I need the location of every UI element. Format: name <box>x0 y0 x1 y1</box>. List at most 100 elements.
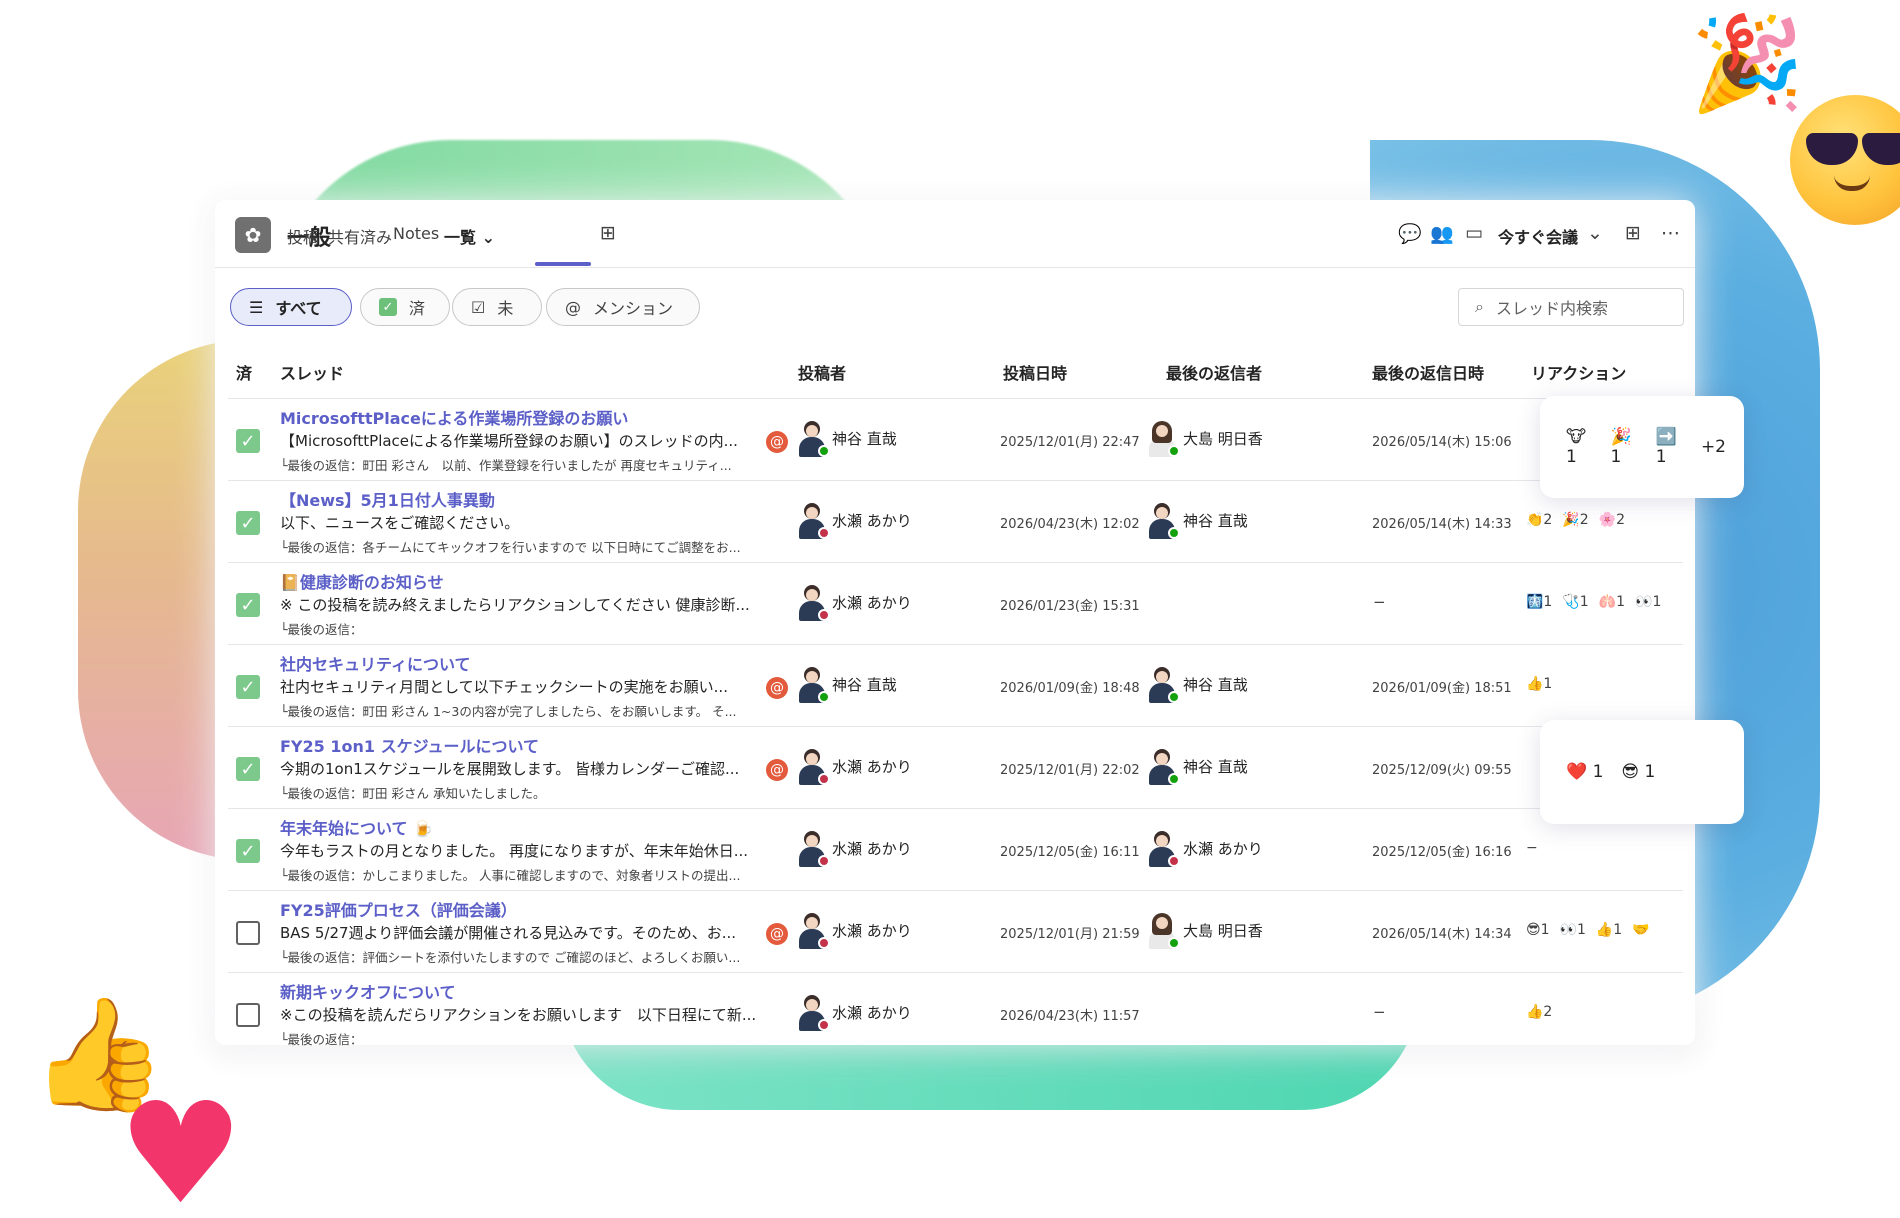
table-row[interactable]: ✓ MicrosofttPlaceによる作業場所登録のお願い 【Microsoftt… <box>228 398 1683 480</box>
thread-last-reply-text: └最後の返信： <box>280 622 363 637</box>
poster-name: 神谷 直哉 <box>832 430 897 448</box>
avatar[interactable] <box>798 831 830 867</box>
table-row[interactable]: 新期キックオフについて ※この投稿を読んだらリアクションをお願いします 以下日程に… <box>228 972 1683 1054</box>
table-row[interactable]: FY25評価プロセス（評価会議） BAS 5/27週より評価会議が開催される見込み… <box>228 890 1683 972</box>
done-checkbox-checked[interactable]: ✓ <box>236 675 260 699</box>
column-header-last-reply[interactable]: 最後の返信日時 <box>1372 360 1484 384</box>
chat-icon[interactable]: 💬 <box>1398 222 1422 245</box>
posted-datetime: 2025/12/05(金) 16:11 <box>1000 845 1140 860</box>
reaction-chip[interactable]: 🤝 <box>1632 922 1649 938</box>
avatar[interactable] <box>1148 503 1180 539</box>
video-icon[interactable]: ▭ <box>1465 222 1483 244</box>
reaction-chip[interactable]: ❤️ 1 <box>1566 762 1603 782</box>
apps-icon[interactable]: ⊞ <box>1625 222 1641 244</box>
filter-done-label: 済 <box>409 299 426 318</box>
list-icon: ☰ <box>249 297 264 317</box>
reaction-chip[interactable]: 🎉 1 <box>1610 427 1637 467</box>
avatar[interactable] <box>1148 421 1180 457</box>
avatar[interactable] <box>798 749 830 785</box>
reaction-chip[interactable]: 🌸2 <box>1599 512 1625 528</box>
poster-name: 水瀬 あかり <box>832 922 912 940</box>
reaction-chip[interactable]: 🐮 1 <box>1566 427 1592 467</box>
done-checkbox[interactable] <box>236 1003 260 1027</box>
avatar[interactable] <box>798 913 830 949</box>
channel-header: ✿ 一般 投稿 共有済み Notes 一覧 ⌄ ⊞ 💬 👥 ▭ 今すぐ会議 ⌄ … <box>215 200 1695 268</box>
chevron-down-icon[interactable]: ⌄ <box>1587 222 1603 244</box>
reaction-chip[interactable]: 😎1 <box>1526 922 1550 938</box>
tab-posts[interactable]: 投稿 <box>287 224 319 248</box>
reaction-chip[interactable]: 👏2 <box>1526 512 1552 528</box>
column-header-poster[interactable]: 投稿者 <box>798 360 846 384</box>
reaction-chip[interactable]: 👀1 <box>1635 594 1661 610</box>
column-header-thread[interactable]: スレッド <box>280 360 344 384</box>
column-header-reactions[interactable]: リアクション <box>1531 360 1626 384</box>
avatar[interactable] <box>1148 667 1180 703</box>
reaction-chip[interactable]: 🩻1 <box>1526 594 1552 610</box>
done-checkbox-checked[interactable]: ✓ <box>236 511 260 535</box>
reaction-chip[interactable]: 👍1 <box>1596 922 1622 938</box>
tab-shared[interactable]: 共有済み <box>328 224 392 248</box>
column-header-done[interactable]: 済 <box>236 360 252 384</box>
filter-mention-button[interactable]: @ メンション <box>546 288 700 326</box>
reaction-chip[interactable]: 🎉2 <box>1562 512 1588 528</box>
avatar[interactable] <box>1148 749 1180 785</box>
tab-list[interactable]: 一覧 ⌄ <box>444 224 495 248</box>
table-row[interactable]: ✓ 年末年始について 🍺 今年もラストの月となりました。 再度になりますが、年末年始… <box>228 808 1683 890</box>
filter-undone-button[interactable]: ☑ 未 <box>452 288 542 326</box>
thread-preview-text: 今期の1on1スケジュールを展開致します。 皆様カレンダーご確認... <box>280 760 740 778</box>
thread-title-link[interactable]: FY25評価プロセス（評価会議） <box>280 897 517 921</box>
avatar[interactable] <box>1148 831 1180 867</box>
avatar[interactable] <box>798 421 830 457</box>
thread-title-link[interactable]: 📔健康診断のお知らせ <box>280 569 444 593</box>
last-replier-name: 大島 明日香 <box>1183 430 1263 448</box>
done-checkbox-checked[interactable]: ✓ <box>236 757 260 781</box>
avatar[interactable] <box>1148 913 1180 949</box>
reaction-chip[interactable]: 🫁1 <box>1599 594 1625 610</box>
thread-title-link[interactable]: MicrosofttPlaceによる作業場所登録のお願い <box>280 405 628 429</box>
thread-title-link[interactable]: 社内セキュリティについて <box>280 651 471 675</box>
reaction-chip[interactable]: − <box>1526 840 1538 856</box>
reaction-chip[interactable]: ➡️ 1 <box>1656 427 1683 467</box>
thread-title-link[interactable]: 年末年始について 🍺 <box>280 815 433 839</box>
promo-stage: ✿ 一般 投稿 共有済み Notes 一覧 ⌄ ⊞ 💬 👥 ▭ 今すぐ会議 ⌄ … <box>0 0 1900 1218</box>
reaction-chip[interactable]: 👍1 <box>1526 676 1552 692</box>
team-avatar-icon[interactable]: ✿ <box>235 217 271 253</box>
checkbox-icon: ☑ <box>471 297 486 317</box>
members-icon[interactable]: 👥 <box>1430 222 1454 245</box>
reaction-chip[interactable]: 🩺1 <box>1562 594 1588 610</box>
done-checkbox-checked[interactable]: ✓ <box>236 429 260 453</box>
reaction-chip[interactable]: 😎 1 <box>1621 762 1655 782</box>
sunglasses-lens-left <box>1806 133 1858 165</box>
table-row[interactable]: ✓ 【News】5月1日付人事異動 以下、ニュースをご確認ください。 └最後の返信：各… <box>228 480 1683 562</box>
avatar[interactable] <box>798 503 830 539</box>
reaction-chip[interactable]: 👍2 <box>1526 1004 1552 1020</box>
presence-status-icon <box>1168 691 1180 703</box>
avatar[interactable] <box>798 995 830 1031</box>
done-checkbox-checked[interactable]: ✓ <box>236 839 260 863</box>
done-checkbox[interactable] <box>236 921 260 945</box>
thread-title-link[interactable]: FY25 1on1 スケジュールについて <box>280 733 539 757</box>
poster-name: 水瀬 あかり <box>832 594 912 612</box>
add-tab-icon[interactable]: ⊞ <box>600 222 616 244</box>
column-header-last-replier[interactable]: 最後の返信者 <box>1166 360 1262 384</box>
posted-datetime: 2026/04/23(木) 12:02 <box>1000 517 1140 532</box>
thread-title-link[interactable]: 【News】5月1日付人事異動 <box>280 487 495 511</box>
reaction-chip[interactable]: 👀1 <box>1560 922 1586 938</box>
last-replier-name: 神谷 直哉 <box>1183 512 1248 530</box>
avatar[interactable] <box>798 585 830 621</box>
meet-now-button[interactable]: 今すぐ会議 <box>1498 224 1578 248</box>
table-row[interactable]: ✓ 📔健康診断のお知らせ ※ この投稿を読み終えましたらリアクションしてください 健… <box>228 562 1683 644</box>
thread-title-link[interactable]: 新期キックオフについて <box>280 979 456 1003</box>
table-row[interactable]: ✓ 社内セキュリティについて 社内セキュリティ月間として以下チェックシートの実施をお… <box>228 644 1683 726</box>
tab-notes[interactable]: Notes <box>393 224 439 243</box>
reactions-cell: 😎1 👀1 👍1 🤝 <box>1526 922 1660 938</box>
more-options-icon[interactable]: ⋯ <box>1661 222 1680 244</box>
done-checkbox-checked[interactable]: ✓ <box>236 593 260 617</box>
thread-search-input[interactable]: ⌕ スレッド内検索 <box>1458 288 1684 326</box>
filter-done-button[interactable]: ✓ 済 <box>360 288 450 326</box>
column-header-posted[interactable]: 投稿日時 <box>1003 360 1067 384</box>
filter-all-button[interactable]: ☰ すべて <box>230 288 352 326</box>
avatar[interactable] <box>798 667 830 703</box>
reaction-chip[interactable]: +2 <box>1701 437 1726 457</box>
table-row[interactable]: ✓ FY25 1on1 スケジュールについて今期の1on1スケジュールを展開致しま… <box>228 726 1683 808</box>
